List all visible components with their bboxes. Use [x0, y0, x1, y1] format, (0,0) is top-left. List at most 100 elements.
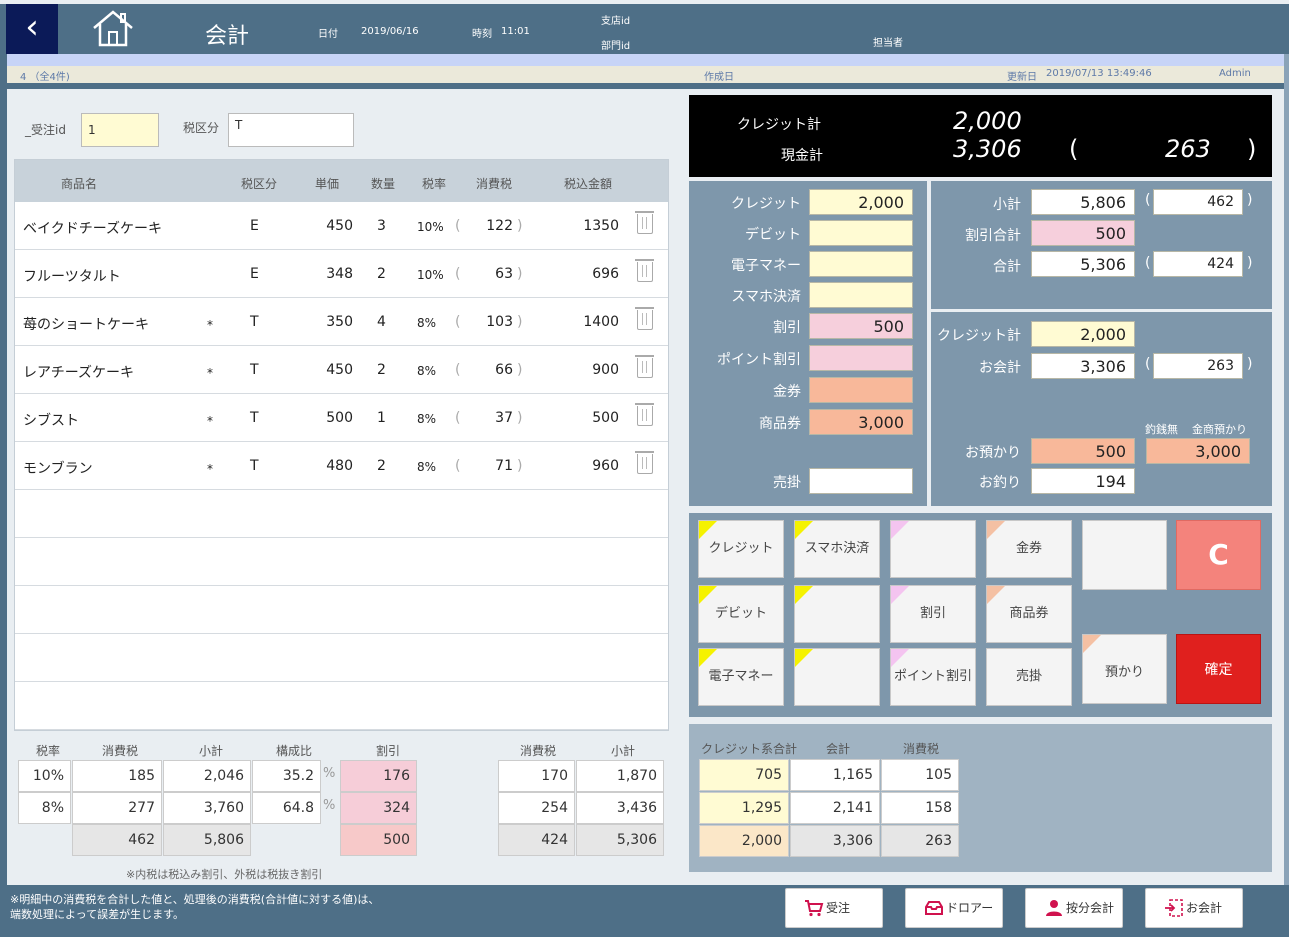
- credit-field[interactable]: 2,000: [809, 189, 913, 215]
- table-row[interactable]: 苺のショートケーキ * T 350 4 8% (103) 1400: [15, 298, 668, 346]
- trash-icon[interactable]: [635, 259, 654, 282]
- bill-label: お会計: [979, 360, 1021, 376]
- item-tax: 103: [486, 314, 513, 330]
- item-price: 348: [326, 266, 353, 282]
- home-icon[interactable]: [90, 8, 136, 48]
- trash-icon[interactable]: [635, 355, 654, 378]
- tax-type-input[interactable]: T: [228, 113, 354, 147]
- subtotal-tax-field[interactable]: 462: [1153, 189, 1243, 215]
- key-credit-sale[interactable]: 売掛: [986, 648, 1072, 706]
- total-tax-field[interactable]: 424: [1153, 251, 1243, 277]
- table-row[interactable]: レアチーズケーキ * T 450 2 8% (66) 900: [15, 346, 668, 394]
- table-row[interactable]: シブスト * T 500 1 8% (37) 500: [15, 394, 668, 442]
- tax-header: 消費税: [903, 742, 940, 756]
- order-button[interactable]: 受注: [785, 888, 883, 928]
- smartphone-field[interactable]: [809, 282, 913, 308]
- col-tax: 消費税: [476, 177, 513, 191]
- key-debit[interactable]: デビット: [698, 585, 784, 643]
- key-credit[interactable]: クレジット: [698, 520, 784, 578]
- paren-close: ): [517, 362, 523, 378]
- updated-label: 更新日: [1007, 72, 1037, 83]
- clear-button[interactable]: C: [1176, 520, 1261, 590]
- emoney-field[interactable]: [809, 251, 913, 277]
- credit-sum-cell: 705: [699, 759, 789, 791]
- summary-cell: 10%: [18, 760, 71, 792]
- item-qty: 1: [377, 410, 386, 426]
- key-smartphone[interactable]: スマホ決済: [794, 520, 880, 578]
- items-table: 商品名 税区分 単価 数量 税率 消費税 税込金額 ベイクドチーズケーキ E 450…: [14, 159, 669, 731]
- trash-icon[interactable]: [635, 403, 654, 426]
- table-row[interactable]: フルーツタルト E 348 2 10% (63) 696: [15, 250, 668, 298]
- debit-field[interactable]: [809, 220, 913, 246]
- item-taxtype: E: [250, 266, 259, 282]
- paren-close: ): [1247, 255, 1253, 271]
- no-change-label: 釣銭無: [1145, 423, 1178, 436]
- item-rate: 8%: [417, 412, 437, 426]
- sub-bar: [7, 54, 1284, 66]
- paren-open: (: [1145, 356, 1151, 372]
- total-field[interactable]: 5,306: [1031, 251, 1135, 277]
- summary-cell: 170: [498, 760, 575, 792]
- table-row[interactable]: ベイクドチーズケーキ E 450 3 10% (122) 1350: [15, 202, 668, 250]
- bill-tax-field[interactable]: 263: [1153, 353, 1243, 379]
- bill-field[interactable]: 3,306: [1031, 353, 1135, 379]
- point-discount-field[interactable]: [809, 345, 913, 371]
- gift-deposit-field[interactable]: 3,000: [1146, 438, 1250, 464]
- key-blank-4[interactable]: [794, 648, 880, 706]
- user-icon: [1046, 900, 1062, 916]
- change-label: お釣り: [979, 475, 1021, 491]
- item-tax: 37: [495, 410, 513, 426]
- trash-icon[interactable]: [635, 211, 654, 234]
- order-id-input[interactable]: 1: [81, 113, 159, 147]
- item-name: レアチーズケーキ: [23, 365, 135, 381]
- paren-close: ): [1247, 192, 1253, 208]
- key-blank-3[interactable]: [794, 585, 880, 643]
- credit-total-label: クレジット計: [737, 117, 821, 133]
- checkout-button[interactable]: お会計: [1145, 888, 1243, 928]
- key-discount[interactable]: 割引: [890, 585, 976, 643]
- key-blank-2[interactable]: [1082, 520, 1167, 590]
- item-taxtype: T: [250, 458, 259, 474]
- cash-total-value: 3,306: [953, 135, 1022, 163]
- credit-sale-field[interactable]: [809, 468, 913, 494]
- percent-sign: %: [323, 798, 336, 813]
- footer-note: ※明細中の消費税を合計した値と、処理後の消費税(合計値に対する値)は、 端数処理に…: [10, 893, 380, 921]
- deposit-field[interactable]: 500: [1031, 438, 1135, 464]
- item-qty: 2: [377, 266, 386, 282]
- key-gift-certificate[interactable]: 商品券: [986, 585, 1072, 643]
- item-qty: 3: [377, 218, 386, 234]
- key-point-discount[interactable]: ポイント割引: [890, 648, 976, 706]
- change-field[interactable]: 194: [1031, 468, 1135, 494]
- trash-icon[interactable]: [635, 307, 654, 330]
- trash-icon[interactable]: [635, 451, 654, 474]
- credit-sum-label: クレジット計: [937, 328, 1021, 344]
- item-price: 450: [326, 362, 353, 378]
- drawer-button[interactable]: ドロアー: [905, 888, 1003, 928]
- voucher-field[interactable]: [809, 377, 913, 403]
- summary-header-subtotal-after: 小計: [611, 744, 636, 758]
- tax-mark: *: [207, 462, 213, 476]
- date-value: 2019/06/16: [361, 26, 419, 37]
- staff-label: 担当者: [873, 38, 903, 49]
- gift-certificate-field[interactable]: 3,000: [809, 409, 913, 435]
- paren-open: (: [1069, 135, 1079, 163]
- credit-sum-header: クレジット系合計: [701, 742, 798, 756]
- summary-cell: 324: [340, 792, 417, 824]
- order-id-label: _受注id: [25, 123, 66, 137]
- paren-close: ): [517, 458, 523, 474]
- key-voucher[interactable]: 金券: [986, 520, 1072, 578]
- right-edge: [1284, 54, 1289, 937]
- credit-label: クレジット: [731, 196, 801, 212]
- table-row[interactable]: モンブラン * T 480 2 8% (71) 960: [15, 442, 668, 490]
- split-bill-button[interactable]: 按分会計: [1025, 888, 1123, 928]
- deposit-button[interactable]: 預かり: [1082, 634, 1167, 704]
- discount-field[interactable]: 500: [809, 313, 913, 339]
- subtotal-field[interactable]: 5,806: [1031, 189, 1135, 215]
- discount-total-field[interactable]: 500: [1031, 220, 1135, 246]
- key-blank-1[interactable]: [890, 520, 976, 578]
- confirm-button[interactable]: 確定: [1176, 634, 1261, 704]
- credit-sum-field[interactable]: 2,000: [1031, 321, 1135, 347]
- bill-total-cell: 3,306: [790, 825, 880, 857]
- back-button[interactable]: ‹: [6, 4, 58, 54]
- key-emoney[interactable]: 電子マネー: [698, 648, 784, 706]
